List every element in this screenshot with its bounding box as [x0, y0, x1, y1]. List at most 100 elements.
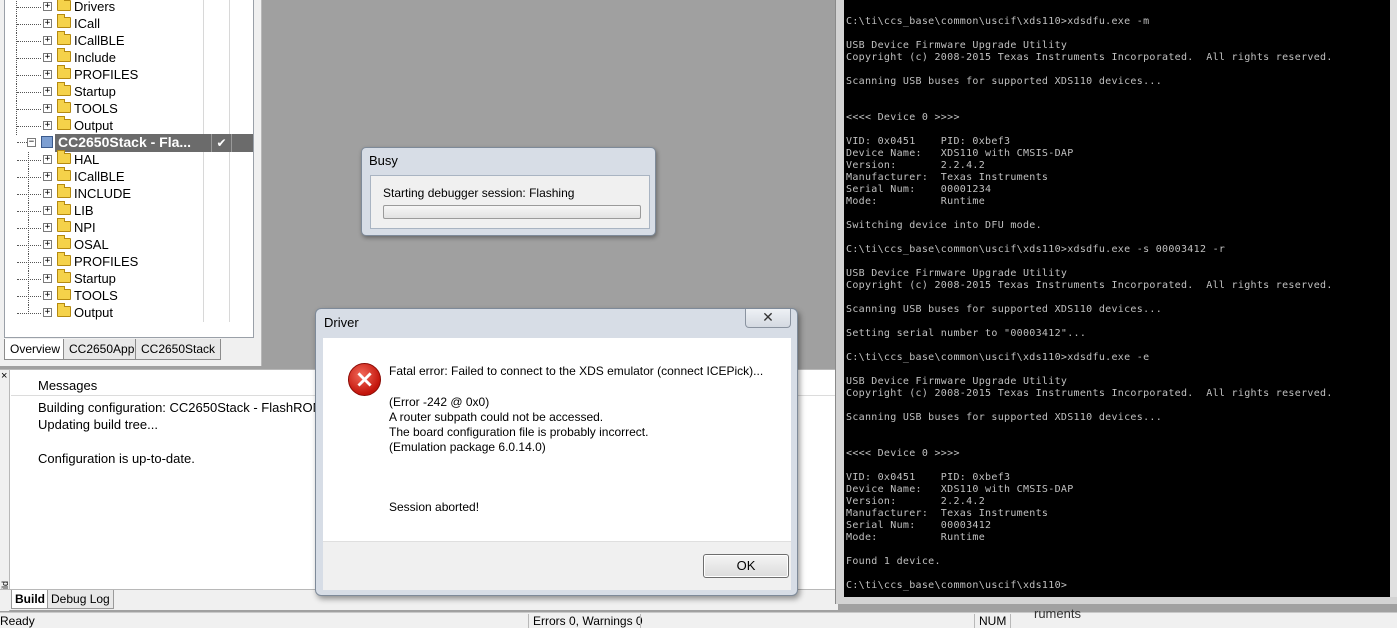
- tree-item[interactable]: + INCLUDE: [5, 184, 253, 203]
- tree-item[interactable]: + OSAL: [5, 235, 253, 254]
- folder-icon: [57, 14, 71, 28]
- ok-button[interactable]: OK: [703, 554, 789, 578]
- folder-icon: [57, 218, 71, 232]
- tree-item[interactable]: + PROFILES: [5, 252, 253, 271]
- tree-item[interactable]: + ICall: [5, 14, 253, 33]
- expand-icon[interactable]: +: [43, 2, 52, 11]
- close-button[interactable]: ✕: [745, 309, 791, 328]
- tree-item[interactable]: + Drivers: [5, 0, 253, 16]
- message-line: Configuration is up-to-date.: [38, 451, 195, 466]
- tree-item-label: PROFILES: [74, 67, 139, 82]
- tab-cc2650app[interactable]: CC2650App: [63, 339, 141, 360]
- tree-item[interactable]: + TOOLS: [5, 99, 253, 118]
- project-icon: [41, 136, 53, 148]
- tree-item-label: ICallBLE: [74, 169, 125, 184]
- tab-debug-log[interactable]: Debug Log: [47, 590, 114, 609]
- messages-side-strip: × Build: [0, 370, 10, 611]
- tree-item-label: Output: [74, 305, 114, 320]
- tree-item[interactable]: + Startup: [5, 269, 253, 288]
- driver-error-dialog: Driver ✕ × Fatal error: Failed to connec…: [315, 308, 798, 596]
- error-message: Fatal error: Failed to connect to the XD…: [389, 364, 764, 378]
- dialog-footer: OK: [323, 541, 791, 590]
- expand-icon[interactable]: +: [43, 53, 52, 62]
- folder-icon: [57, 65, 71, 79]
- tree-item-label: Output: [74, 118, 114, 133]
- tree-item-label: HAL: [74, 152, 100, 167]
- error-detail: (Emulation package 6.0.14.0): [389, 440, 546, 454]
- folder-icon: [57, 286, 71, 300]
- messages-header-label: Messages: [38, 378, 98, 393]
- folder-icon: [57, 0, 71, 11]
- message-line: Updating build tree...: [38, 417, 158, 432]
- busy-status-text: Starting debugger session: Flashing: [383, 186, 575, 200]
- expand-icon[interactable]: +: [43, 223, 52, 232]
- tab-overview[interactable]: Overview: [4, 339, 67, 360]
- tree-item-label: INCLUDE: [74, 186, 132, 201]
- expand-icon[interactable]: +: [43, 19, 52, 28]
- tree-item-label: TOOLS: [74, 101, 118, 116]
- expand-icon[interactable]: +: [43, 308, 52, 317]
- expand-icon[interactable]: +: [43, 240, 52, 249]
- expand-icon[interactable]: +: [43, 121, 52, 130]
- expand-icon[interactable]: +: [43, 87, 52, 96]
- message-line: Building configuration: CC2650Stack - Fl…: [38, 400, 324, 415]
- folder-icon: [57, 116, 71, 130]
- folder-icon: [57, 201, 71, 215]
- tree-item-label: PROFILES: [74, 254, 139, 269]
- error-code: (Error -242 @ 0x0): [389, 395, 490, 409]
- session-aborted-text: Session aborted!: [389, 500, 480, 514]
- tree-item[interactable]: + Output: [5, 303, 253, 322]
- folder-icon: [57, 31, 71, 45]
- collapse-icon[interactable]: −: [27, 138, 36, 147]
- dialog-title: Driver: [324, 315, 359, 330]
- tree-item[interactable]: + ICallBLE: [5, 167, 253, 186]
- console-output[interactable]: Found 1 device. C:\ti\ccs_base\common\us…: [844, 0, 1390, 597]
- expand-icon[interactable]: +: [43, 189, 52, 198]
- expand-icon[interactable]: +: [43, 104, 52, 113]
- console-text: Found 1 device. C:\ti\ccs_base\common\us…: [846, 0, 1333, 591]
- folder-icon: [57, 252, 71, 266]
- folder-icon: [57, 82, 71, 96]
- workspace-tree: + Drivers + ICall + ICallBLE + Include + PROF…: [4, 0, 254, 338]
- close-icon[interactable]: ×: [1, 371, 7, 382]
- console-scrollbar[interactable]: [1390, 0, 1397, 597]
- tree-item-label: NPI: [74, 220, 96, 235]
- tree-item[interactable]: + NPI: [5, 218, 253, 237]
- folder-icon: [57, 48, 71, 62]
- tree-item[interactable]: + PROFILES: [5, 65, 253, 84]
- status-errors: Errors 0, Warnings 0: [533, 614, 643, 628]
- progress-bar: [383, 205, 641, 219]
- project-selection[interactable]: CC2650Stack - Fla... ✔: [55, 134, 253, 152]
- tab-build[interactable]: Build: [11, 590, 49, 609]
- expand-icon[interactable]: +: [43, 155, 52, 164]
- tree-item-label: Startup: [74, 84, 116, 99]
- folder-icon: [57, 269, 71, 283]
- expand-icon[interactable]: +: [43, 291, 52, 300]
- tree-item[interactable]: + HAL: [5, 150, 253, 169]
- tree-item[interactable]: + ICallBLE: [5, 31, 253, 50]
- tree-item-label: Startup: [74, 271, 116, 286]
- tree-item-label: LIB: [74, 203, 94, 218]
- dialog-body: × Fatal error: Failed to connect to the …: [323, 338, 791, 541]
- tree-item-label: Include: [74, 50, 116, 65]
- expand-icon[interactable]: +: [43, 172, 52, 181]
- tree-project-item[interactable]: − CC2650Stack - Fla... ✔: [5, 134, 253, 152]
- tree-item-label: ICall: [74, 16, 101, 31]
- folder-icon: [57, 303, 71, 317]
- checkmark-icon: ✔: [211, 134, 231, 152]
- tree-item[interactable]: + Include: [5, 48, 253, 67]
- expand-icon[interactable]: +: [43, 257, 52, 266]
- tree-item[interactable]: + Output: [5, 116, 253, 135]
- error-icon: ×: [348, 363, 381, 396]
- expand-icon[interactable]: +: [43, 36, 52, 45]
- expand-icon[interactable]: +: [43, 70, 52, 79]
- tree-item[interactable]: + TOOLS: [5, 286, 253, 305]
- expand-icon[interactable]: +: [43, 206, 52, 215]
- background-window-text: ruments: [1034, 606, 1081, 621]
- expand-icon[interactable]: +: [43, 274, 52, 283]
- status-bar: Ready Errors 0, Warnings 0 NUM: [0, 612, 1397, 628]
- tree-item[interactable]: + Startup: [5, 82, 253, 101]
- tree-item[interactable]: + LIB: [5, 201, 253, 220]
- console-window: Found 1 device. C:\ti\ccs_base\common\us…: [835, 0, 1397, 604]
- tab-cc2650stack[interactable]: CC2650Stack: [135, 339, 222, 360]
